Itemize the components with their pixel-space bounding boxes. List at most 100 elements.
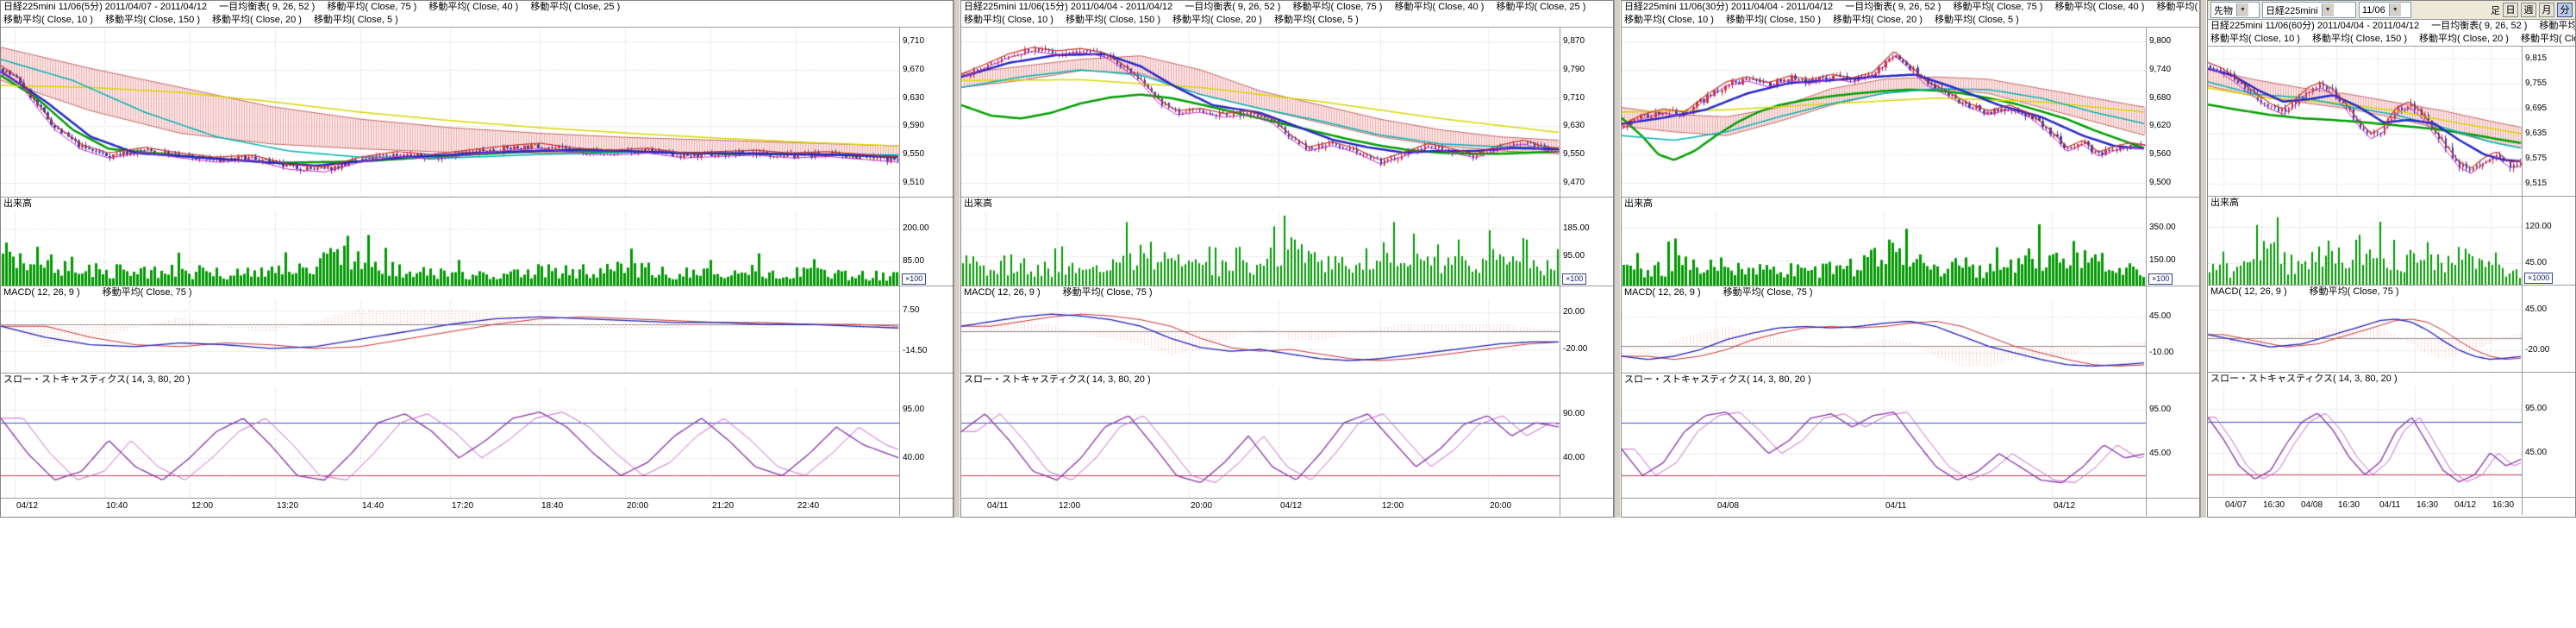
volume-label: 出来高 (1624, 198, 1653, 209)
panel-30min: 日経225mini 11/06(30分) 2011/04/04 - 2011/0… (1621, 0, 2200, 518)
chevron-down-icon: ▼ (2389, 3, 2401, 16)
symbol-select[interactable]: 日経225mini ▼ (2262, 2, 2356, 18)
stochastics-label: スロー・ストキャスティクス( 14, 3, 80, 20 ) (1624, 374, 1811, 385)
axis-label: 95.00 (2149, 405, 2171, 415)
macd-chart-canvas[interactable] (1622, 300, 2146, 373)
unit-badge: ×1000 (2524, 273, 2553, 284)
chart-header: 日経225mini 11/06(30分) 2011/04/04 - 2011/0… (1622, 1, 2199, 28)
axis-label: 45.00 (2149, 311, 2171, 322)
volume-chart-canvas[interactable] (961, 211, 1560, 286)
stochastics-axis: 95.0045.00 (2522, 386, 2575, 497)
axis-label: 150.00 (2149, 255, 2176, 266)
axis-label: 350.00 (2149, 223, 2176, 233)
axis-label: 95.00 (2525, 404, 2547, 414)
volume-axis: ×100 350.00 150.00 (2146, 211, 2199, 286)
macd-ma-label: 移動平均( Close, 75 ) (1063, 287, 1153, 298)
axis-label: 7.50 (903, 305, 919, 316)
period-minute-button[interactable]: 分 (2557, 3, 2573, 17)
axis-label: -10.00 (2149, 348, 2173, 358)
axis-label: 9,870 (1563, 36, 1585, 47)
x-tick-label: 17:20 (452, 501, 473, 511)
price-chart-canvas[interactable] (961, 28, 1560, 197)
chart-title-line1: 日経225mini 11/06(30分) 2011/04/04 - 2011/0… (1622, 1, 2199, 14)
volume-axis: ×100200.0085.00 (899, 211, 953, 286)
symbol-select-value: 日経225mini (2266, 3, 2318, 17)
axis-label: 9,620 (2149, 121, 2171, 131)
period-day-button[interactable]: 日 (2503, 3, 2518, 17)
axis-label: 9,800 (2149, 36, 2171, 47)
volume-label: 出来高 (2210, 198, 2239, 208)
unit-badge: ×100 (1562, 273, 1586, 285)
volume-axis: ×1000120.0045.00 (2522, 210, 2575, 285)
axis-label: -20.00 (1563, 344, 1587, 355)
stochastics-chart-canvas[interactable] (1622, 387, 2146, 498)
volume-chart-canvas[interactable] (1, 211, 899, 286)
axis-label: 9,575 (2525, 154, 2547, 164)
panel-separator (953, 0, 960, 518)
stochastics-axis: 95.0040.00 (899, 387, 953, 498)
stochastics-label: スロー・ストキャスティクス( 14, 3, 80, 20 ) (3, 374, 191, 385)
x-tick-label: 04/08 (2301, 500, 2323, 510)
panel-60min: 先物▼ 日経225mini ▼ 11/06▼ 足 日 週 月 分 日経225min… (2207, 0, 2576, 518)
axis-label: 95.00 (1563, 251, 1585, 261)
macd-ma-label: 移動平均( Close, 75 ) (2310, 286, 2399, 297)
axis-label: 9,695 (2525, 104, 2547, 114)
x-tick-label: 04/12 (16, 501, 38, 511)
time-axis: 04/1112:0020:0004/1212:0020:00 (961, 499, 1560, 516)
axis-label: 9,510 (903, 178, 924, 188)
time-axis: 04/0716:3004/0816:3004/1116:3004/1216:30 (2208, 498, 2522, 515)
x-tick-label: 04/11 (2379, 500, 2400, 510)
price-chart-canvas[interactable] (1, 28, 899, 197)
axis-label: 9,790 (1563, 65, 1585, 75)
stochastics-chart-canvas[interactable] (2208, 386, 2522, 497)
x-tick-label: 20:00 (627, 501, 648, 511)
axis-label: 9,590 (903, 121, 924, 131)
period-month-button[interactable]: 月 (2539, 3, 2554, 17)
macd-ma-label: 移動平均( Close, 75 ) (103, 287, 192, 298)
category-select[interactable]: 先物▼ (2210, 2, 2260, 18)
stochastics-chart-canvas[interactable] (1, 387, 899, 498)
panel-15min: 日経225mini 11/06(15分) 2011/04/04 - 2011/0… (960, 0, 1614, 518)
chart-title-line2: 移動平均( Close, 10 ) 移動平均( Close, 150 ) 移動平… (1622, 14, 2199, 27)
x-tick-label: 04/11 (1885, 501, 1906, 511)
macd-chart-canvas[interactable] (1, 300, 899, 373)
stochastics-axis: 90.0040.00 (1560, 387, 1613, 498)
chart-header: 日経225mini 11/06(60分) 2011/04/04 - 2011/0… (2208, 20, 2575, 47)
chart-title-line1: 日経225mini 11/06(60分) 2011/04/04 - 2011/0… (2208, 20, 2575, 33)
volume-chart-canvas[interactable] (2208, 210, 2522, 285)
price-chart-canvas[interactable] (2208, 47, 2522, 196)
price-axis: 9,8159,7559,6959,6359,5759,515 (2522, 47, 2575, 196)
macd-label: MACD( 12, 26, 9 ) (2210, 286, 2287, 297)
price-chart-canvas[interactable] (1622, 28, 2146, 197)
bar-type-label: 足 (2491, 3, 2500, 17)
x-tick-label: 16:30 (2417, 500, 2438, 510)
axis-label: 45.00 (2525, 258, 2547, 268)
stochastics-chart-canvas[interactable] (961, 387, 1560, 498)
volume-chart-canvas[interactable] (1622, 211, 2146, 286)
panel-separator (1614, 0, 1621, 518)
unit-badge: ×100 (2148, 273, 2173, 285)
chevron-down-icon: ▼ (2236, 3, 2248, 16)
chevron-down-icon: ▼ (2322, 3, 2334, 16)
chart-header: 日経225mini 11/06(15分) 2011/04/04 - 2011/0… (961, 1, 1613, 28)
axis-label: 90.00 (1563, 409, 1585, 419)
x-tick-label: 20:00 (1191, 501, 1212, 511)
macd-chart-canvas[interactable] (2208, 299, 2522, 372)
axis-label: 9,680 (2149, 93, 2171, 104)
period-week-button[interactable]: 週 (2521, 3, 2536, 17)
macd-axis: 45.00 -10.00 (2146, 300, 2199, 373)
contract-select[interactable]: 11/06▼ (2359, 2, 2411, 18)
unit-badge: ×100 (902, 273, 926, 285)
macd-label: MACD( 12, 26, 9 ) (3, 287, 80, 298)
axis-label: 9,630 (903, 93, 924, 104)
time-axis: 04/0804/1104/12 (1622, 499, 2146, 516)
volume-label: 出来高 (964, 198, 992, 209)
macd-chart-canvas[interactable] (961, 300, 1560, 373)
chart-workspace: 日経225mini 11/06(5分) 2011/04/07 - 2011/04… (0, 0, 2576, 518)
axis-label: 9,630 (1563, 121, 1585, 131)
price-axis: 9,8009,7409,6809,6209,5609,500 (2146, 28, 2199, 197)
macd-axis: 7.50-14.50 (899, 300, 953, 373)
macd-ma-label: 移動平均( Close, 75 ) (1723, 287, 1813, 298)
stochastics-axis: 95.0045.00 (2146, 387, 2199, 498)
chart-title-line2: 移動平均( Close, 10 ) 移動平均( Close, 150 ) 移動平… (961, 14, 1613, 27)
